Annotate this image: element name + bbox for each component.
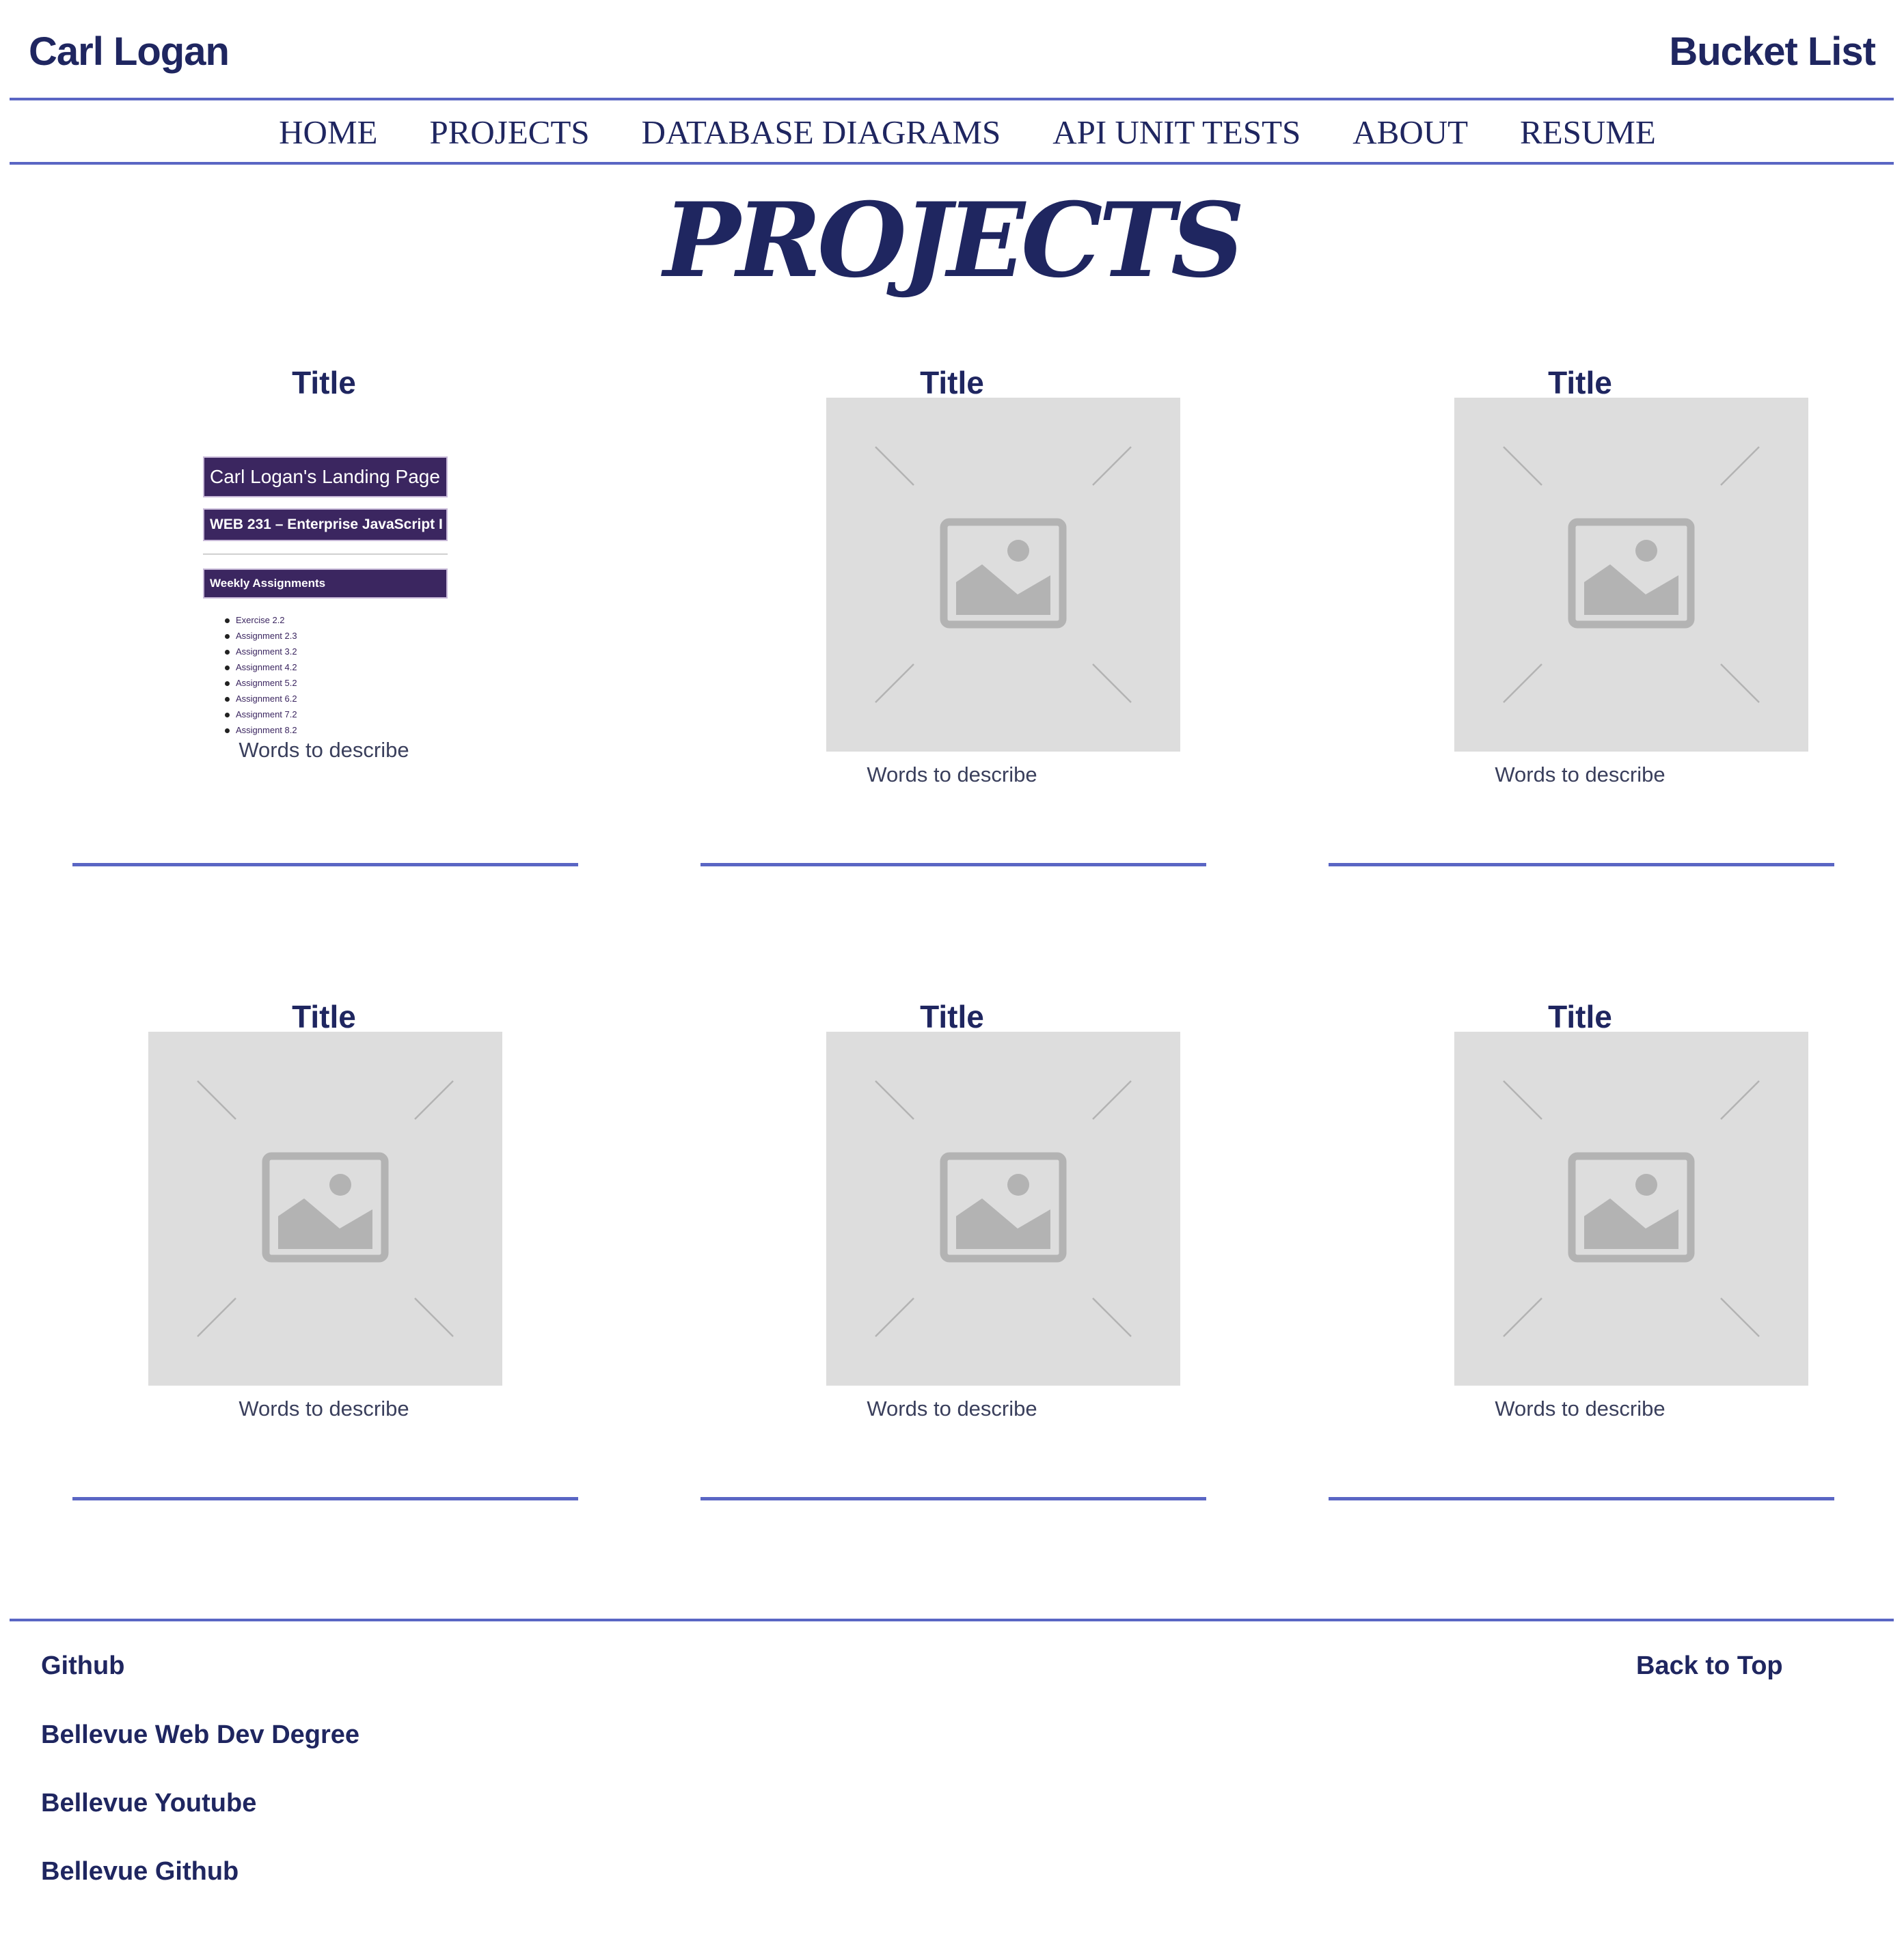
image-placeholder-icon [875, 446, 1132, 703]
card-image[interactable] [1454, 398, 1808, 752]
card-image[interactable] [148, 1032, 502, 1386]
image-placeholder-icon [1503, 446, 1760, 703]
nav-item-resume[interactable]: RESUME [1520, 112, 1656, 153]
card-image[interactable] [826, 1032, 1180, 1386]
card-divider [72, 863, 578, 866]
card-title: Title [292, 365, 356, 400]
card-description: Words to describe [1495, 763, 1665, 786]
card-image[interactable] [826, 398, 1180, 752]
main-nav: HOME PROJECTS DATABASE DIAGRAMS API UNIT… [10, 101, 1894, 164]
site-name[interactable]: Carl Logan [29, 25, 230, 79]
preview-list-item: Assignment 3.2 [225, 644, 297, 659]
card-divider [72, 1497, 578, 1500]
card-description: Words to describe [239, 1397, 409, 1421]
footer-link-bellevue-web-dev-degree[interactable]: Bellevue Web Dev Degree [41, 1718, 359, 1752]
preview-list-item: Assignment 5.2 [225, 675, 297, 691]
nav-item-database-diagrams[interactable]: DATABASE DIAGRAMS [642, 112, 1001, 153]
footer-rule [10, 1619, 1894, 1621]
header-rule-bottom [10, 162, 1894, 165]
preview-course: WEB 231 – Enterprise JavaScript I [203, 508, 448, 541]
card-description: Words to describe [867, 1397, 1037, 1421]
preview-list-item: Assignment 2.3 [225, 628, 297, 644]
nav-item-about[interactable]: ABOUT [1352, 112, 1468, 153]
preview-list-item: Assignment 8.2 [225, 722, 297, 738]
image-placeholder-icon [1503, 1080, 1760, 1337]
nav-item-home[interactable]: HOME [279, 112, 377, 153]
nav-item-projects[interactable]: PROJECTS [429, 112, 589, 153]
card-description: Words to describe [239, 738, 409, 762]
preview-section: Weekly Assignments [203, 568, 448, 599]
footer-link-bellevue-youtube[interactable]: Bellevue Youtube [41, 1786, 256, 1820]
image-placeholder-icon [875, 1080, 1132, 1337]
card-image[interactable] [1454, 1032, 1808, 1386]
preview-list-item: Assignment 6.2 [225, 691, 297, 706]
preview-heading: Carl Logan's Landing Page [203, 456, 448, 497]
nav-item-api-unit-tests[interactable]: API UNIT TESTS [1052, 112, 1301, 153]
preview-list-item: Assignment 4.2 [225, 659, 297, 675]
card-description: Words to describe [867, 763, 1037, 786]
footer-link-github[interactable]: Github [41, 1649, 124, 1683]
landing-page-screenshot[interactable]: Carl Logan's Landing Page WEB 231 – Ente… [200, 437, 450, 735]
preview-list-item: Assignment 7.2 [225, 706, 297, 722]
card-divider [1329, 863, 1834, 866]
card-divider [701, 863, 1206, 866]
header-rule-top [10, 98, 1894, 100]
image-placeholder-icon [197, 1080, 454, 1337]
page-title: PROJECTS [663, 180, 1245, 301]
bucket-list-link[interactable]: Bucket List [1669, 25, 1876, 79]
card-description: Words to describe [1495, 1397, 1665, 1421]
card-divider [1329, 1497, 1834, 1500]
footer-link-bellevue-github[interactable]: Bellevue Github [41, 1854, 239, 1889]
preview-list-item: Exercise 2.2 [225, 612, 297, 628]
card-divider [701, 1497, 1206, 1500]
back-to-top-link[interactable]: Back to Top [1636, 1649, 1783, 1683]
preview-assignment-list: Exercise 2.2 Assignment 2.3 Assignment 3… [225, 612, 297, 738]
preview-divider [203, 553, 448, 555]
